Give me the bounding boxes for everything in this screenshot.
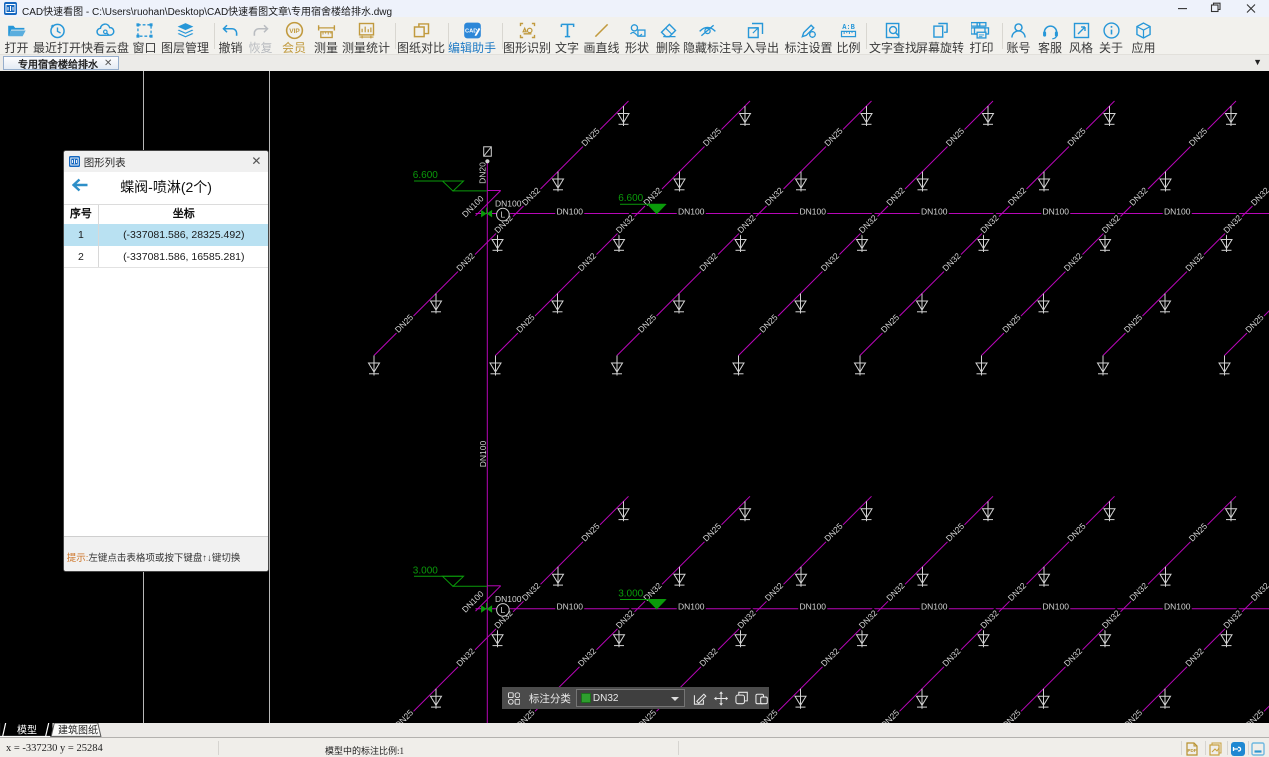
svg-text:L: L xyxy=(501,210,506,220)
svg-text:DN100: DN100 xyxy=(1164,602,1191,612)
svg-text:DN20: DN20 xyxy=(477,162,487,184)
svg-text:DN100: DN100 xyxy=(1043,602,1070,612)
svg-text:DN25: DN25 xyxy=(879,708,902,723)
svg-text:DN25: DN25 xyxy=(1000,708,1023,723)
svg-text:DN32: DN32 xyxy=(1249,185,1269,208)
svg-text:6.600: 6.600 xyxy=(618,193,643,204)
svg-text:PDF: PDF xyxy=(1188,748,1197,753)
svg-text:DN100: DN100 xyxy=(921,207,948,217)
svg-text:DN25: DN25 xyxy=(757,708,780,723)
svg-text:DN25: DN25 xyxy=(1122,708,1145,723)
svg-text:DN25: DN25 xyxy=(1243,708,1266,723)
svg-text:DN25: DN25 xyxy=(393,708,416,723)
svg-text:DN100: DN100 xyxy=(495,594,522,604)
svg-text:DN100: DN100 xyxy=(678,207,705,217)
svg-text:DN100: DN100 xyxy=(921,602,948,612)
svg-text:DN100: DN100 xyxy=(678,602,705,612)
svg-text:DN100: DN100 xyxy=(800,207,827,217)
svg-text:模型: 模型 xyxy=(17,723,37,736)
svg-text:3.000: 3.000 xyxy=(618,589,643,600)
svg-text:DN100: DN100 xyxy=(495,199,522,209)
svg-text:DN25: DN25 xyxy=(514,708,537,723)
svg-text:3.000: 3.000 xyxy=(413,566,438,577)
svg-text:DN100: DN100 xyxy=(1164,207,1191,217)
svg-text:DN25: DN25 xyxy=(636,708,659,723)
svg-text:DN32: DN32 xyxy=(1249,581,1269,604)
svg-text:建筑图纸: 建筑图纸 xyxy=(58,723,98,736)
svg-text:L: L xyxy=(501,605,506,615)
svg-text:6.600: 6.600 xyxy=(413,170,438,181)
svg-text:DN100: DN100 xyxy=(557,602,584,612)
svg-text:DN100: DN100 xyxy=(478,441,488,468)
svg-text:DN100: DN100 xyxy=(1043,207,1070,217)
svg-text:DN100: DN100 xyxy=(800,602,827,612)
svg-text:DN100: DN100 xyxy=(557,207,584,217)
svg-text:A:B: A:B xyxy=(842,23,855,31)
